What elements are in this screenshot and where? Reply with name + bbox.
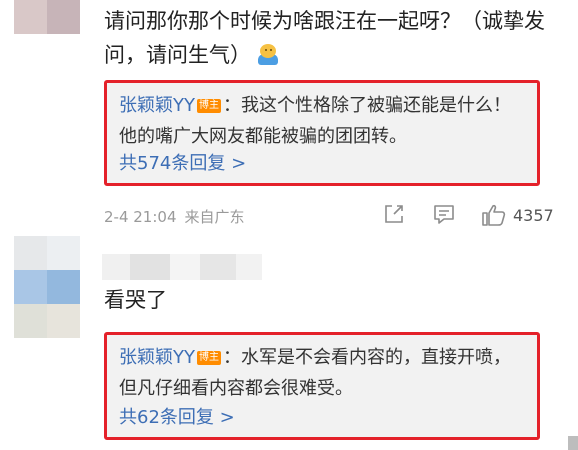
more-replies-link[interactable]: 共574条回复 > — [119, 149, 246, 175]
reply-author-link[interactable]: 张颖颖YY — [119, 347, 195, 368]
share-icon[interactable] — [383, 203, 405, 225]
comment-body: 看哭了 — [104, 288, 167, 312]
highlighted-reply-box[interactable]: 张颖颖YY 博主 ：水军是不会看内容的，直接开喷，但凡仔细看内容都会很难受。 共62… — [104, 332, 540, 440]
avatar[interactable] — [14, 0, 80, 34]
highlighted-reply-box[interactable]: 张颖颖YY 博主 ：我这个性格除了被骗还能是什么！他的嘴广大网友都能被骗的团团转。 … — [104, 80, 540, 186]
scroll-edge-element — [568, 436, 578, 450]
comment-text: 请问那你那个时候为啥跟汪在一起呀？（诚挚发问，请问生气） — [104, 4, 564, 72]
location: 来自广东 — [184, 208, 245, 226]
sweat-smile-emoji-icon — [257, 43, 279, 65]
comment-body: 请问那你那个时候为啥跟汪在一起呀？（诚挚发问，请问生气） — [104, 9, 545, 67]
like-icon[interactable] — [481, 203, 507, 227]
comment-icon[interactable] — [432, 203, 456, 225]
reply-text: 张颖颖YY 博主 ：我这个性格除了被骗还能是什么！他的嘴广大网友都能被骗的团团转。 — [119, 90, 527, 152]
like-count: 4357 — [513, 206, 554, 225]
avatar[interactable] — [14, 236, 80, 338]
timestamp: 2-4 21:04 — [104, 208, 177, 226]
blogger-badge: 博主 — [197, 351, 221, 365]
reply-text: 张颖颖YY 博主 ：水军是不会看内容的，直接开喷，但凡仔细看内容都会很难受。 — [119, 342, 527, 404]
comment-meta: 2-4 21:04 来自广东 — [104, 206, 245, 227]
blogger-badge: 博主 — [197, 99, 221, 113]
blurred-username[interactable] — [102, 254, 262, 280]
reply-author-link[interactable]: 张颖颖YY — [119, 95, 195, 116]
more-replies-link[interactable]: 共62条回复 > — [119, 403, 235, 429]
